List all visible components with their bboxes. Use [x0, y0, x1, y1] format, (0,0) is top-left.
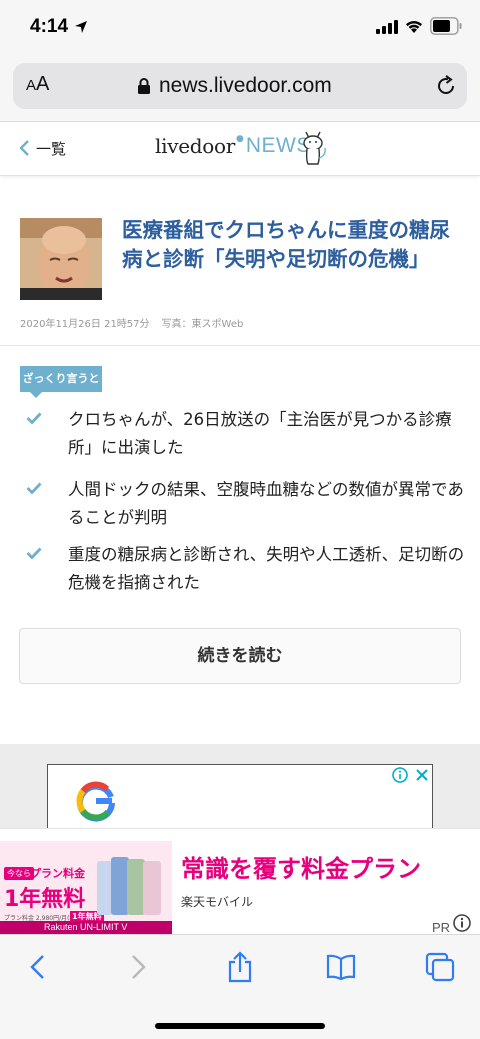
share-icon[interactable]: [224, 951, 256, 983]
bookmarks-icon[interactable]: [325, 951, 357, 983]
forward-arrow-icon[interactable]: [122, 951, 154, 983]
ad-headline[interactable]: 常識を覆す料金プラン: [181, 849, 421, 884]
article-meta: 2020年11月26日 21時57分 写真：東スポWeb: [20, 315, 243, 330]
ad-choices-icon[interactable]: [452, 913, 472, 933]
status-bar: 4:14: [0, 0, 480, 58]
ad-brand: Rakuten UN-LIMIT V: [44, 922, 128, 932]
livedoor-news-logo[interactable]: livedoor ● NEWS: [155, 134, 311, 164]
back-to-list-link[interactable]: 一覧: [18, 136, 66, 160]
ad-plan-text: プラン料金: [30, 867, 85, 880]
read-more-button[interactable]: 続きを読む: [19, 628, 461, 684]
ad-info-icon[interactable]: [392, 767, 408, 783]
back-label: 一覧: [36, 139, 67, 158]
cellular-signal-icon: [376, 20, 398, 34]
home-indicator: [155, 1023, 325, 1029]
article-photo[interactable]: [20, 218, 102, 300]
battery-icon: [430, 17, 462, 35]
ad-free-text: 1年無料: [4, 887, 86, 912]
site-header: 一覧 livedoor ● NEWS: [0, 122, 480, 176]
tabs-icon[interactable]: [424, 951, 456, 983]
ad-banner[interactable]: 今なら プラン料金 1年無料 プラン料金 2,980円/月(税抜)が 1年無料 …: [0, 828, 480, 935]
article-headline: 医療番組でクロちゃんに重度の糖尿病と診断「失明や足切断の危機」: [122, 218, 450, 271]
google-ad[interactable]: [47, 764, 433, 834]
phones-image: [97, 857, 161, 915]
ad-advertiser: 楽天モバイル: [181, 895, 254, 909]
wifi-icon: [406, 20, 422, 33]
summary-item-text: クロちゃんが、26日放送の「主治医が見つかる診療所」に出演した: [68, 410, 452, 457]
dog-mascot-icon: [303, 131, 326, 165]
summary-item-text: 重度の糖尿病と診断され、失明や人工透析、足切断の危機を指摘された: [68, 545, 465, 592]
article-header: 医療番組でクロちゃんに重度の糖尿病と診断「失明や足切断の危機」 2020年11月…: [0, 176, 480, 346]
check-icon: [26, 412, 42, 424]
article-date: 2020年11月26日 21時57分: [20, 319, 150, 330]
text-size-button[interactable]: AA: [26, 73, 49, 96]
reload-icon[interactable]: [434, 74, 458, 98]
chevron-left-icon: [19, 140, 29, 156]
summary-tag: ざっくり言うと: [20, 366, 102, 398]
ad-close-icon[interactable]: [414, 767, 430, 783]
check-icon: [26, 547, 42, 559]
logo-livedoor-text: livedoor: [155, 134, 235, 158]
status-time: 4:14: [30, 16, 69, 37]
logo-dot: ●: [235, 134, 244, 144]
summary-item-text: 人間ドックの結果、空腹時血糖などの数値が異常であることが判明: [68, 480, 464, 527]
lock-icon: [138, 78, 150, 94]
check-icon: [26, 482, 42, 494]
back-arrow-icon[interactable]: [22, 951, 54, 983]
pr-label: PR: [432, 920, 451, 935]
address-bar[interactable]: AA news.livedoor.com: [13, 63, 467, 109]
google-logo-icon: [76, 781, 115, 822]
url-text[interactable]: news.livedoor.com: [159, 74, 332, 98]
photo-credit: 写真：東スポWeb: [161, 319, 244, 330]
ad-banner-image[interactable]: 今なら プラン料金 1年無料 プラン料金 2,980円/月(税抜)が 1年無料 …: [0, 841, 172, 935]
browser-address-area: AA news.livedoor.com: [0, 58, 480, 122]
location-arrow-icon: [75, 21, 87, 33]
browser-toolbar: [0, 934, 480, 1039]
